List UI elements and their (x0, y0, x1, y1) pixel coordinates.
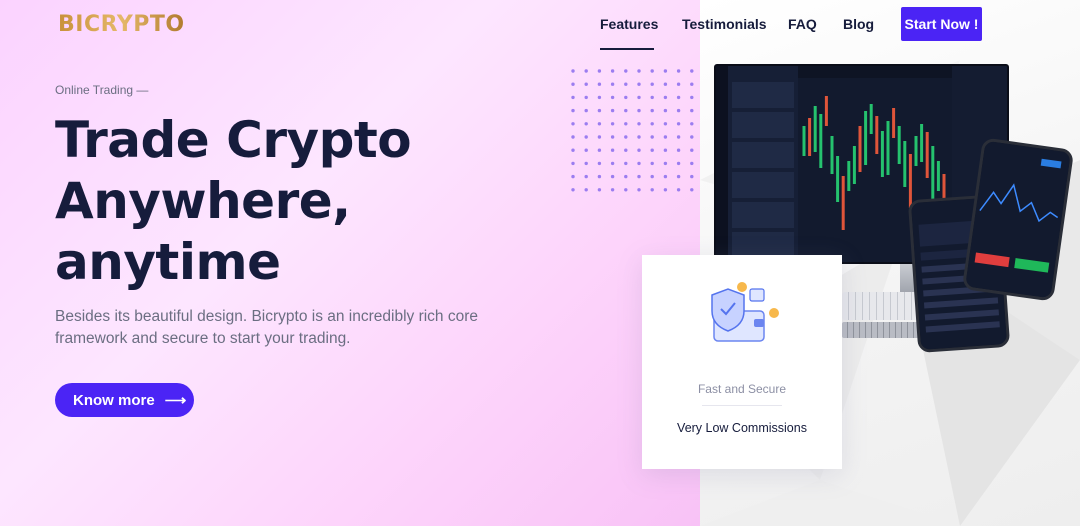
hero-eyebrow: Online Trading — (55, 83, 149, 97)
headline-line-2: Anywhere, (55, 172, 351, 230)
nav-item-faq[interactable]: FAQ (788, 16, 817, 32)
feature-card: Fast and Secure Very Low Commissions (642, 255, 842, 469)
nav-item-blog[interactable]: Blog (843, 16, 874, 32)
wallet-shield-icon (711, 282, 779, 342)
dot-grid-decoration (571, 69, 694, 192)
feature-card-divider (702, 405, 782, 406)
nav-item-testimonials[interactable]: Testimonials (682, 16, 767, 32)
headline-line-3: anytime (55, 233, 281, 291)
hero-description: Besides its beautiful design. Bicrypto i… (55, 308, 479, 347)
hero-headline: Trade Crypto Anywhere, anytime (55, 110, 575, 293)
nav-item-features[interactable]: Features (600, 16, 658, 32)
nav-active-indicator (600, 48, 654, 50)
feature-card-subtitle: Very Low Commissions (677, 421, 807, 435)
know-more-label: Know more (73, 391, 155, 409)
know-more-button[interactable]: Know more ⟶ (55, 383, 194, 417)
start-now-button[interactable]: Start Now ! (901, 7, 982, 41)
headline-line-1: Trade Crypto (55, 111, 412, 169)
brand-logo[interactable]: BICRYPTO (58, 12, 185, 37)
arrow-right-icon: ⟶ (164, 392, 187, 409)
feature-card-title: Fast and Secure (697, 382, 787, 396)
